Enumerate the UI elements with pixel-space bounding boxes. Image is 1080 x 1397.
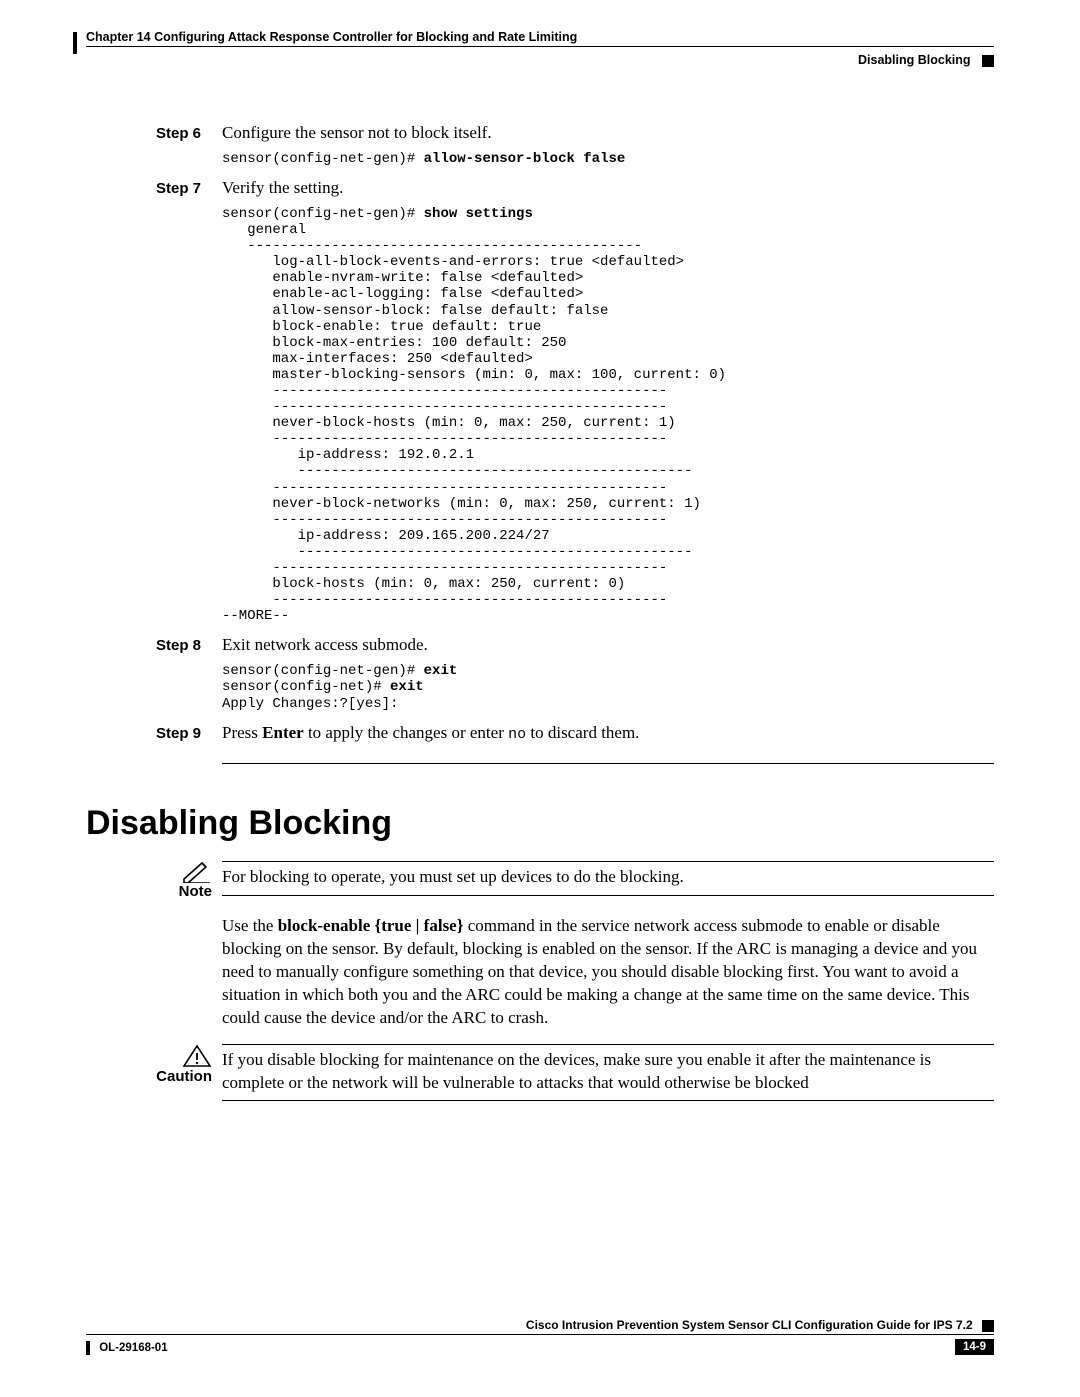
note-rule-bottom [222,895,994,896]
step-7-row: Step 7 Verify the setting. [156,177,994,200]
header-section-text: Disabling Blocking [858,53,971,67]
code-cmd: allow-sensor-block false [424,151,626,167]
code-cmd: exit [390,679,424,695]
content-body: Step 6 Configure the sensor not to block… [156,122,994,764]
footer-row: OL-29168-01 14-9 [86,1339,994,1355]
footer-guide-title: Cisco Intrusion Prevention System Sensor… [86,1318,994,1332]
body-paragraph: Use the block-enable {true | false} comm… [222,915,994,1030]
caution-text-col: If you disable blocking for maintenance … [222,1044,994,1102]
code-output: general --------------------------------… [222,222,726,624]
step-8-row: Step 8 Exit network access submode. [156,634,994,657]
caution-icon-col: Caution [86,1044,222,1102]
caution-callout: Caution If you disable blocking for main… [86,1044,994,1102]
step-8-code: sensor(config-net-gen)# exit sensor(conf… [222,663,994,711]
header-section-right: Disabling Blocking [86,53,994,67]
code-output: Apply Changes:?[yes]: [222,696,398,712]
step-7-label: Step 7 [156,180,222,197]
footer-rule [86,1334,994,1335]
code-cmd: show settings [424,206,533,222]
step-9-text: Press Enter to apply the changes or ente… [222,722,639,745]
end-of-steps-rule [222,763,994,764]
code-prompt: sensor(config-net)# [222,679,390,695]
note-callout: Note For blocking to operate, you must s… [86,861,994,901]
section-title: Disabling Blocking [86,804,994,843]
step-6-code: sensor(config-net-gen)# allow-sensor-blo… [222,151,994,167]
caution-rule-bottom [222,1100,994,1101]
caution-text: If you disable blocking for maintenance … [222,1050,931,1092]
step-9-label: Step 9 [156,725,222,742]
step-7-text: Verify the setting. [222,177,343,200]
footer-doc-id: OL-29168-01 [86,1341,168,1355]
step-9-row: Step 9 Press Enter to apply the changes … [156,722,994,745]
note-text: For blocking to operate, you must set up… [222,867,684,886]
note-rule-top [222,861,994,862]
header-left-marker [73,32,77,54]
footer-end-marker [982,1320,994,1332]
code-prompt: sensor(config-net-gen)# [222,206,424,222]
header-right-marker [982,55,994,67]
running-header: Chapter 14 Configuring Attack Response C… [86,30,994,47]
page-number: 14-9 [955,1339,994,1355]
page: Chapter 14 Configuring Attack Response C… [0,0,1080,1397]
caution-label: Caution [156,1068,212,1085]
note-label: Note [179,883,212,900]
step-7-code: sensor(config-net-gen)# show settings ge… [222,206,994,624]
step-8-text: Exit network access submode. [222,634,428,657]
page-footer: Cisco Intrusion Prevention System Sensor… [86,1318,994,1355]
footer-left-marker [86,1341,90,1355]
step-6-label: Step 6 [156,125,222,142]
note-icon-col: Note [86,861,222,901]
code-prompt: sensor(config-net-gen)# [222,663,424,679]
caution-rule-top [222,1044,994,1045]
step-6-row: Step 6 Configure the sensor not to block… [156,122,994,145]
step-8-label: Step 8 [156,637,222,654]
code-prompt: sensor(config-net-gen)# [222,151,424,167]
code-cmd: exit [424,663,458,679]
note-text-col: For blocking to operate, you must set up… [222,861,994,901]
step-6-text: Configure the sensor not to block itself… [222,122,492,145]
footer-page-num-wrap: 14-9 [947,1339,994,1355]
caution-warning-icon [182,1044,212,1068]
note-pencil-icon [182,861,212,883]
